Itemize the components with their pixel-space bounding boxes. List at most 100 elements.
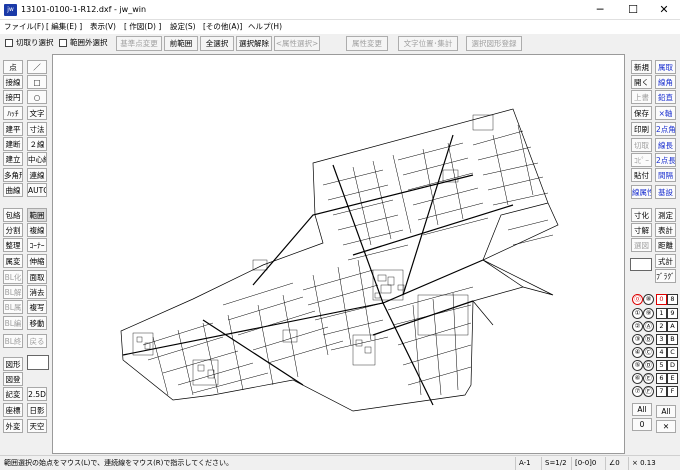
tool-two-point-angle[interactable]: 2点角 bbox=[655, 122, 676, 136]
text-position-count-button[interactable]: 文字位置･集計 bbox=[398, 36, 458, 51]
status-angle[interactable]: ∠0 bbox=[605, 457, 628, 470]
tool-open[interactable]: 開く bbox=[631, 75, 652, 89]
tool-dim-convert[interactable]: 寸化 bbox=[631, 208, 652, 222]
drawing-canvas[interactable] bbox=[52, 54, 625, 454]
tool-auto[interactable]: AUTO bbox=[27, 183, 47, 197]
layer-group-f[interactable]: Ⓕ bbox=[643, 386, 654, 397]
tool-continuous-line[interactable]: 連線 bbox=[27, 168, 47, 182]
line-attribute-button[interactable]: 線属性 bbox=[631, 185, 652, 199]
layer-group-e[interactable]: Ⓔ bbox=[643, 373, 654, 384]
layer-group-7[interactable]: ⑦ bbox=[632, 386, 643, 397]
layer-c[interactable]: C bbox=[667, 347, 678, 358]
status-layer[interactable]: [0-0]0 bbox=[571, 457, 605, 470]
tool-line[interactable]: ／ bbox=[27, 60, 47, 74]
tool-copy-clip[interactable]: ｺﾋﾟｰ bbox=[631, 153, 652, 167]
tool-paste[interactable]: 貼付 bbox=[631, 168, 652, 182]
base-point-change-button[interactable]: 基準点変更 bbox=[116, 36, 162, 51]
maximize-button[interactable]: ☐ bbox=[617, 0, 649, 20]
status-zoom[interactable]: × 0.13 bbox=[628, 457, 678, 470]
tool-2-5d[interactable]: 2.5D bbox=[27, 387, 47, 401]
menu-view[interactable]: 表示(V) bbox=[90, 21, 116, 33]
attribute-select-button[interactable]: <属性選択> bbox=[274, 36, 320, 51]
tool-overwrite[interactable]: 上書 bbox=[631, 90, 652, 104]
minimize-button[interactable]: ─ bbox=[584, 0, 616, 20]
close-button[interactable]: ✕ bbox=[648, 0, 680, 20]
tool-measure[interactable]: 測定 bbox=[655, 208, 676, 222]
tool-cleanup[interactable]: 整理 bbox=[3, 238, 23, 252]
layer-group-5[interactable]: ⑤ bbox=[632, 360, 643, 371]
tool-copy[interactable]: 複写 bbox=[27, 300, 47, 314]
tool-interval[interactable]: 間隔 bbox=[655, 168, 676, 182]
tool-attribute-change[interactable]: 属変 bbox=[3, 254, 23, 268]
tool-coordinate[interactable]: 座標 bbox=[3, 403, 23, 417]
tool-block-attribute[interactable]: BL属 bbox=[3, 300, 23, 314]
previous-range-button[interactable]: 前範囲 bbox=[164, 36, 198, 51]
tool-save[interactable]: 保存 bbox=[631, 106, 652, 120]
tool-new[interactable]: 新規 bbox=[631, 60, 652, 74]
layer-f[interactable]: F bbox=[667, 386, 678, 397]
tool-undo[interactable]: 戻る bbox=[27, 334, 47, 348]
tool-table-calc[interactable]: 表計 bbox=[655, 223, 676, 237]
tool-vertical[interactable]: 鉛直 bbox=[655, 90, 676, 104]
select-all-button[interactable]: 全選択 bbox=[200, 36, 234, 51]
layer-e[interactable]: E bbox=[667, 373, 678, 384]
cut-select-checkbox[interactable] bbox=[5, 39, 13, 47]
tool-plugin[interactable]: ﾌﾞﾗｸﾞ bbox=[655, 269, 676, 283]
tool-two-point-length[interactable]: 2点長 bbox=[655, 153, 676, 167]
layer-9[interactable]: 9 bbox=[667, 308, 678, 319]
tool-point[interactable]: 点 bbox=[3, 60, 23, 74]
tool-figure-register[interactable]: 図登 bbox=[3, 372, 23, 386]
tool-block-end[interactable]: BL終 bbox=[3, 334, 23, 348]
menu-draw[interactable]: [ 作図(D) ] bbox=[124, 21, 161, 33]
tool-building-plan[interactable]: 建平 bbox=[3, 122, 23, 136]
layer-group-3[interactable]: ③ bbox=[632, 334, 643, 345]
tool-circle[interactable]: ○ bbox=[27, 90, 47, 104]
tool-move[interactable]: 移動 bbox=[27, 316, 47, 330]
tool-range[interactable]: 範囲 bbox=[27, 208, 47, 222]
tool-center-line[interactable]: 中心線 bbox=[27, 152, 47, 166]
layer-all-button[interactable]: All bbox=[656, 405, 676, 418]
layer-a[interactable]: A bbox=[667, 321, 678, 332]
tool-offset[interactable]: 複線 bbox=[27, 223, 47, 237]
layer-group-a[interactable]: Ⓐ bbox=[643, 321, 654, 332]
tool-building-elevation[interactable]: 建立 bbox=[3, 152, 23, 166]
layer-1[interactable]: 1 bbox=[656, 308, 667, 319]
layer-close-icon[interactable]: ✕ bbox=[656, 420, 676, 433]
tool-block-edit[interactable]: BL編 bbox=[3, 316, 23, 330]
layer-d[interactable]: D bbox=[667, 360, 678, 371]
tool-line-length[interactable]: 線長 bbox=[655, 138, 676, 152]
layer-group-all-button[interactable]: All bbox=[632, 403, 652, 416]
layer-group-4[interactable]: ④ bbox=[632, 347, 643, 358]
layer-group-2[interactable]: ② bbox=[632, 321, 643, 332]
tool-select-figure[interactable]: 選図 bbox=[631, 238, 652, 252]
menu-edit[interactable]: [ 編集(E) ] bbox=[46, 21, 82, 33]
menu-help[interactable]: ヘルプ(H) bbox=[248, 21, 282, 33]
layer-group-zero-button[interactable]: 0 bbox=[632, 418, 652, 431]
menu-file[interactable]: ファイル(F) bbox=[4, 21, 44, 33]
tool-x-axis[interactable]: ×軸 bbox=[655, 106, 676, 120]
deselect-button[interactable]: 選択解除 bbox=[236, 36, 272, 51]
base-settings-button[interactable]: 基設 bbox=[655, 185, 676, 199]
tool-formula-calc[interactable]: 式計 bbox=[655, 254, 676, 268]
layer-6[interactable]: 6 bbox=[656, 373, 667, 384]
attribute-change-button[interactable]: 属性変更 bbox=[346, 36, 388, 51]
tool-polygon[interactable]: 多角形 bbox=[3, 168, 23, 182]
layer-group-9[interactable]: ⑨ bbox=[643, 308, 654, 319]
tool-divide[interactable]: 分割 bbox=[3, 223, 23, 237]
layer-group-b[interactable]: Ⓑ bbox=[643, 334, 654, 345]
layer-b[interactable]: B bbox=[667, 334, 678, 345]
layer-group-1[interactable]: ① bbox=[632, 308, 643, 319]
status-paper-size[interactable]: A-1 bbox=[515, 457, 541, 470]
tool-hatch[interactable]: ﾊｯﾁ bbox=[3, 106, 23, 120]
layer-group-6[interactable]: ⑥ bbox=[632, 373, 643, 384]
tool-get-attribute[interactable]: 属取 bbox=[655, 60, 676, 74]
layer-4[interactable]: 4 bbox=[656, 347, 667, 358]
tool-tangent-circle[interactable]: 接円 bbox=[3, 90, 23, 104]
line-type-indicator[interactable] bbox=[27, 355, 49, 370]
tool-dimension[interactable]: 寸法 bbox=[27, 122, 47, 136]
layer-group-d[interactable]: Ⓓ bbox=[643, 360, 654, 371]
tool-shadow[interactable]: 日影 bbox=[27, 403, 47, 417]
tool-corner[interactable]: ｺｰﾅｰ bbox=[27, 238, 47, 252]
layer-5[interactable]: 5 bbox=[656, 360, 667, 371]
layer-group-c[interactable]: Ⓒ bbox=[643, 347, 654, 358]
